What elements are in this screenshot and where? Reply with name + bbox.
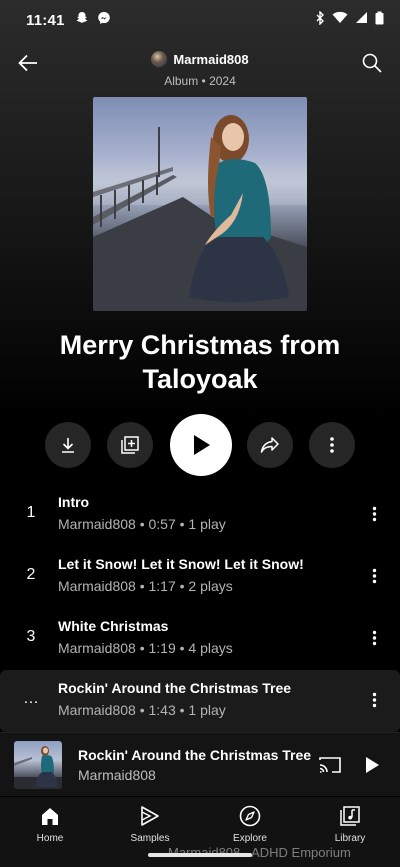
track-row[interactable]: 3 White Christmas Marmaid808 • 1:19 • 4 … <box>0 608 400 670</box>
add-to-playlist-icon <box>121 436 139 454</box>
track-number: 3 <box>26 628 36 645</box>
samples-icon <box>137 803 163 829</box>
track-subtitle: Marmaid808 • 1:19 • 4 plays <box>58 640 233 656</box>
track-row[interactable]: 2 Let it Snow! Let it Snow! Let it Snow!… <box>0 546 400 608</box>
track-title: Let it Snow! Let it Snow! Let it Snow! <box>58 556 304 572</box>
download-icon <box>62 438 74 453</box>
add-to-playlist-button[interactable] <box>107 422 153 468</box>
album-title: Merry Christmas from Taloyoak <box>59 330 341 394</box>
more-vertical-icon <box>330 437 334 453</box>
track-number: 1 <box>26 504 36 521</box>
track-more-button[interactable] <box>364 564 384 588</box>
compass-icon <box>237 803 263 829</box>
avatar <box>151 51 168 67</box>
status-time: 11:41 <box>26 11 65 29</box>
track-title: Rockin' Around the Christmas Tree <box>58 680 292 696</box>
track-number: 2 <box>26 566 36 583</box>
nav-label: Library <box>334 833 366 844</box>
album-meta: Album • 2024 <box>164 74 236 88</box>
play-album-button[interactable] <box>170 414 232 476</box>
track-row[interactable]: 1 Intro Marmaid808 • 0:57 • 1 play <box>0 484 400 546</box>
download-button[interactable] <box>45 422 91 468</box>
search-icon <box>362 53 382 73</box>
snapchat-icon <box>75 11 89 30</box>
bluetooth-icon <box>315 9 325 30</box>
nav-label: Explore <box>233 833 267 844</box>
mini-player-play-button[interactable] <box>358 751 386 779</box>
artist-name: Marmaid808 <box>173 51 249 67</box>
track-subtitle: Marmaid808 • 1:17 • 2 plays <box>58 578 233 594</box>
signal-icon <box>355 11 368 29</box>
track-more-button[interactable] <box>364 502 384 526</box>
library-icon <box>337 803 363 829</box>
cast-button[interactable] <box>318 753 342 777</box>
mini-player-artist: Marmaid808 <box>78 767 156 783</box>
album-cover <box>93 97 307 311</box>
nav-label: Home <box>36 833 64 844</box>
nav-home[interactable]: Home <box>0 797 100 867</box>
search-button[interactable] <box>358 49 386 77</box>
cast-icon <box>319 757 341 773</box>
track-row-now-playing[interactable]: … Rockin' Around the Christmas Tree Marm… <box>0 670 400 732</box>
gesture-bar[interactable] <box>148 853 252 857</box>
more-options-button[interactable] <box>309 422 355 468</box>
album-header: Marmaid808 Album • 2024 <box>0 45 400 88</box>
status-bar: 11:41 <box>0 0 400 40</box>
play-icon <box>366 757 379 773</box>
more-vertical-icon <box>372 630 376 646</box>
track-subtitle: Marmaid808 • 1:43 • 1 play <box>58 702 226 718</box>
mini-player-artwork <box>14 741 62 789</box>
nav-label: Samples <box>130 833 170 844</box>
wifi-icon <box>332 11 348 29</box>
track-more-button[interactable] <box>364 688 384 712</box>
track-title: White Christmas <box>58 618 169 634</box>
messenger-icon <box>97 11 111 30</box>
mini-player[interactable]: Rockin' Around the Christmas Tree Marmai… <box>0 732 400 796</box>
track-more-button[interactable] <box>364 626 384 650</box>
more-vertical-icon <box>372 568 376 584</box>
share-icon <box>260 437 279 453</box>
battery-icon <box>375 11 384 30</box>
more-vertical-icon <box>372 506 376 522</box>
play-icon <box>194 435 210 455</box>
home-icon <box>37 803 63 829</box>
album-actions <box>0 414 400 476</box>
share-button[interactable] <box>247 422 293 468</box>
now-playing-indicator: … <box>23 690 39 707</box>
track-title: Intro <box>58 494 90 510</box>
artist-link[interactable]: Marmaid808 <box>151 51 249 67</box>
more-vertical-icon <box>372 692 376 708</box>
mini-player-title: Rockin' Around the Christmas Tree <box>78 747 312 763</box>
track-subtitle: Marmaid808 • 0:57 • 1 play <box>58 516 226 532</box>
